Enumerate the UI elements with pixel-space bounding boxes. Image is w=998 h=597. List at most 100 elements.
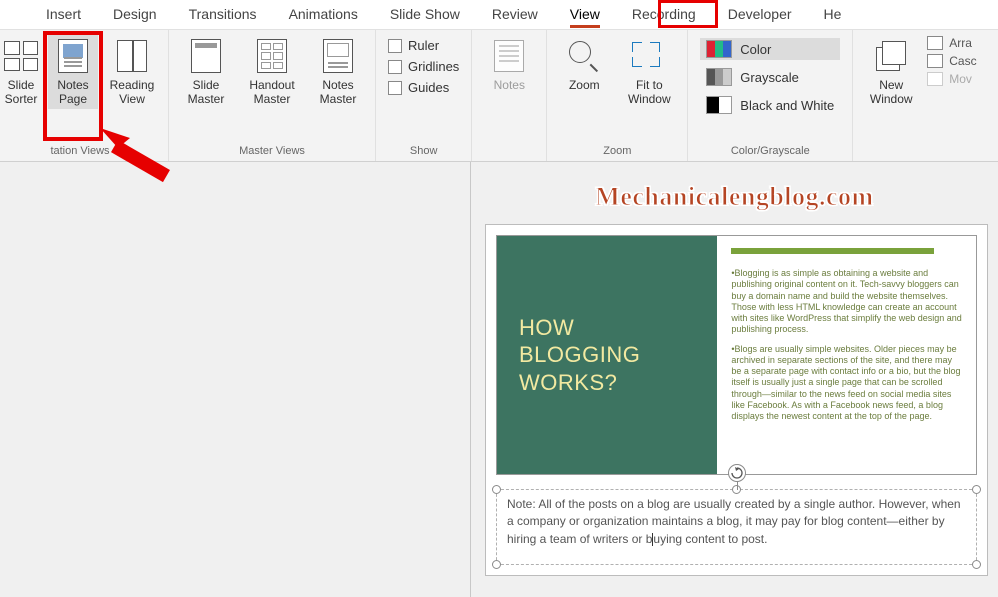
zoom-button[interactable]: Zoom: [555, 34, 613, 94]
notes-pane-button: Notes: [480, 34, 538, 94]
move-split-button: Mov: [927, 72, 976, 86]
zoom-label: Zoom: [569, 78, 600, 92]
group-color-grayscale: Color Grayscale Black and White Color/Gr…: [688, 30, 853, 161]
grayscale-label: Grayscale: [740, 70, 799, 85]
notes-textbox[interactable]: Note: All of the posts on a blog are usu…: [496, 489, 977, 565]
tab-developer[interactable]: Developer: [712, 2, 808, 28]
notes-master-icon: [323, 39, 353, 73]
tab-view[interactable]: View: [554, 2, 616, 28]
group-label-zoom: Zoom: [555, 141, 679, 161]
handout-master-button[interactable]: Handout Master: [241, 34, 303, 109]
notes-master-label: Notes Master: [311, 78, 365, 107]
tab-slideshow[interactable]: Slide Show: [374, 2, 476, 28]
color-swatch-icon: [706, 40, 732, 58]
gridlines-label: Gridlines: [408, 59, 459, 74]
slide-body-panel: •Blogging is as simple as obtaining a we…: [717, 236, 976, 474]
slide-sorter-icon: [4, 41, 38, 71]
reading-view-label: Reading View: [106, 78, 158, 107]
checkbox-icon: [388, 39, 402, 53]
ribbon: Slide Sorter Notes Page Reading View tat…: [0, 30, 998, 162]
slide-title: HOW BLOGGING WORKS?: [519, 314, 695, 397]
cascade-button[interactable]: Casc: [927, 54, 976, 68]
group-presentation-views: Slide Sorter Notes Page Reading View tat…: [0, 30, 169, 161]
group-notes-btn: Notes: [472, 30, 547, 161]
move-split-icon: [927, 72, 943, 86]
new-window-label: New Window: [863, 78, 919, 107]
resize-handle[interactable]: [492, 485, 501, 494]
slide-master-icon: [191, 39, 221, 73]
group-label-mv: Master Views: [177, 141, 367, 161]
group-window: New Window Arra Casc Mov: [853, 30, 976, 161]
tab-design[interactable]: Design: [97, 2, 173, 28]
move-split-label: Mov: [949, 72, 972, 86]
arrange-icon: [927, 36, 943, 50]
fit-window-label: Fit to Window: [621, 78, 677, 107]
editor-area: Mechanicalengblog.com HOW BLOGGING WORKS…: [0, 162, 998, 597]
left-empty-pane: [0, 162, 471, 597]
arrange-all-button[interactable]: Arra: [927, 36, 976, 50]
bw-mode-button[interactable]: Black and White: [700, 94, 840, 116]
tab-review[interactable]: Review: [476, 2, 554, 28]
reading-view-icon: [117, 40, 147, 72]
ruler-checkbox[interactable]: Ruler: [388, 38, 459, 53]
resize-handle[interactable]: [972, 485, 981, 494]
notes-page: HOW BLOGGING WORKS? •Blogging is as simp…: [485, 224, 988, 576]
resize-handle[interactable]: [972, 560, 981, 569]
group-zoom: Zoom Fit to Window Zoom: [547, 30, 688, 161]
tab-transitions[interactable]: Transitions: [173, 2, 273, 28]
tab-insert[interactable]: Insert: [30, 2, 97, 28]
slide-master-button[interactable]: Slide Master: [177, 34, 235, 109]
zoom-icon: [569, 41, 599, 71]
notes-text-b: uying content to post.: [653, 532, 767, 546]
bw-label: Black and White: [740, 98, 834, 113]
checkbox-icon: [388, 60, 402, 74]
handout-master-label: Handout Master: [243, 78, 301, 107]
group-label-color: Color/Grayscale: [696, 141, 844, 161]
group-show: Ruler Gridlines Guides Show: [376, 30, 472, 161]
notes-page-canvas[interactable]: Mechanicalengblog.com HOW BLOGGING WORKS…: [471, 162, 998, 597]
tabs-row: Insert Design Transitions Animations Sli…: [0, 0, 998, 30]
notes-master-button[interactable]: Notes Master: [309, 34, 367, 109]
grayscale-mode-button[interactable]: Grayscale: [700, 66, 840, 88]
notes-page-icon: [58, 39, 88, 73]
slide-para-1: •Blogging is as simple as obtaining a we…: [731, 268, 962, 336]
bw-swatch-icon: [706, 96, 732, 114]
rotate-handle[interactable]: [728, 464, 746, 482]
guides-label: Guides: [408, 80, 449, 95]
notes-pane-label: Notes: [494, 78, 525, 92]
tab-recording[interactable]: Recording: [616, 2, 712, 28]
notes-icon: [494, 40, 524, 72]
gridlines-checkbox[interactable]: Gridlines: [388, 59, 459, 74]
color-mode-button[interactable]: Color: [700, 38, 840, 60]
slide-accent-bar: [731, 248, 934, 254]
group-master-views: Slide Master Handout Master Notes Master…: [169, 30, 376, 161]
arrange-label: Arra: [949, 36, 972, 50]
resize-handle[interactable]: [492, 560, 501, 569]
fit-window-button[interactable]: Fit to Window: [619, 34, 679, 109]
cascade-icon: [927, 54, 943, 68]
reading-view-button[interactable]: Reading View: [104, 34, 160, 109]
group-label-pv: tation Views: [0, 141, 160, 161]
slide-thumbnail[interactable]: HOW BLOGGING WORKS? •Blogging is as simp…: [496, 235, 977, 475]
new-window-button[interactable]: New Window: [861, 34, 921, 109]
handout-master-icon: [257, 39, 287, 73]
slide-para-2: •Blogs are usually simple websites. Olde…: [731, 344, 962, 423]
slide-sorter-button[interactable]: Slide Sorter: [0, 34, 42, 109]
fit-window-icon: [632, 42, 666, 70]
notes-page-button[interactable]: Notes Page: [48, 34, 98, 109]
slide-sorter-label: Slide Sorter: [2, 78, 40, 107]
tab-help-cut[interactable]: He: [808, 2, 858, 28]
notes-page-label: Notes Page: [50, 78, 96, 107]
rotate-icon: [731, 467, 743, 479]
group-label-empty1: [480, 141, 538, 161]
group-label-show: Show: [384, 141, 463, 161]
ruler-label: Ruler: [408, 38, 439, 53]
tab-animations[interactable]: Animations: [273, 2, 374, 28]
slide-title-panel: HOW BLOGGING WORKS?: [497, 236, 717, 474]
guides-checkbox[interactable]: Guides: [388, 80, 459, 95]
grayscale-swatch-icon: [706, 68, 732, 86]
color-label: Color: [740, 42, 771, 57]
watermark-text: Mechanicalengblog.com: [595, 182, 873, 212]
slide-master-label: Slide Master: [179, 78, 233, 107]
checkbox-icon: [388, 81, 402, 95]
